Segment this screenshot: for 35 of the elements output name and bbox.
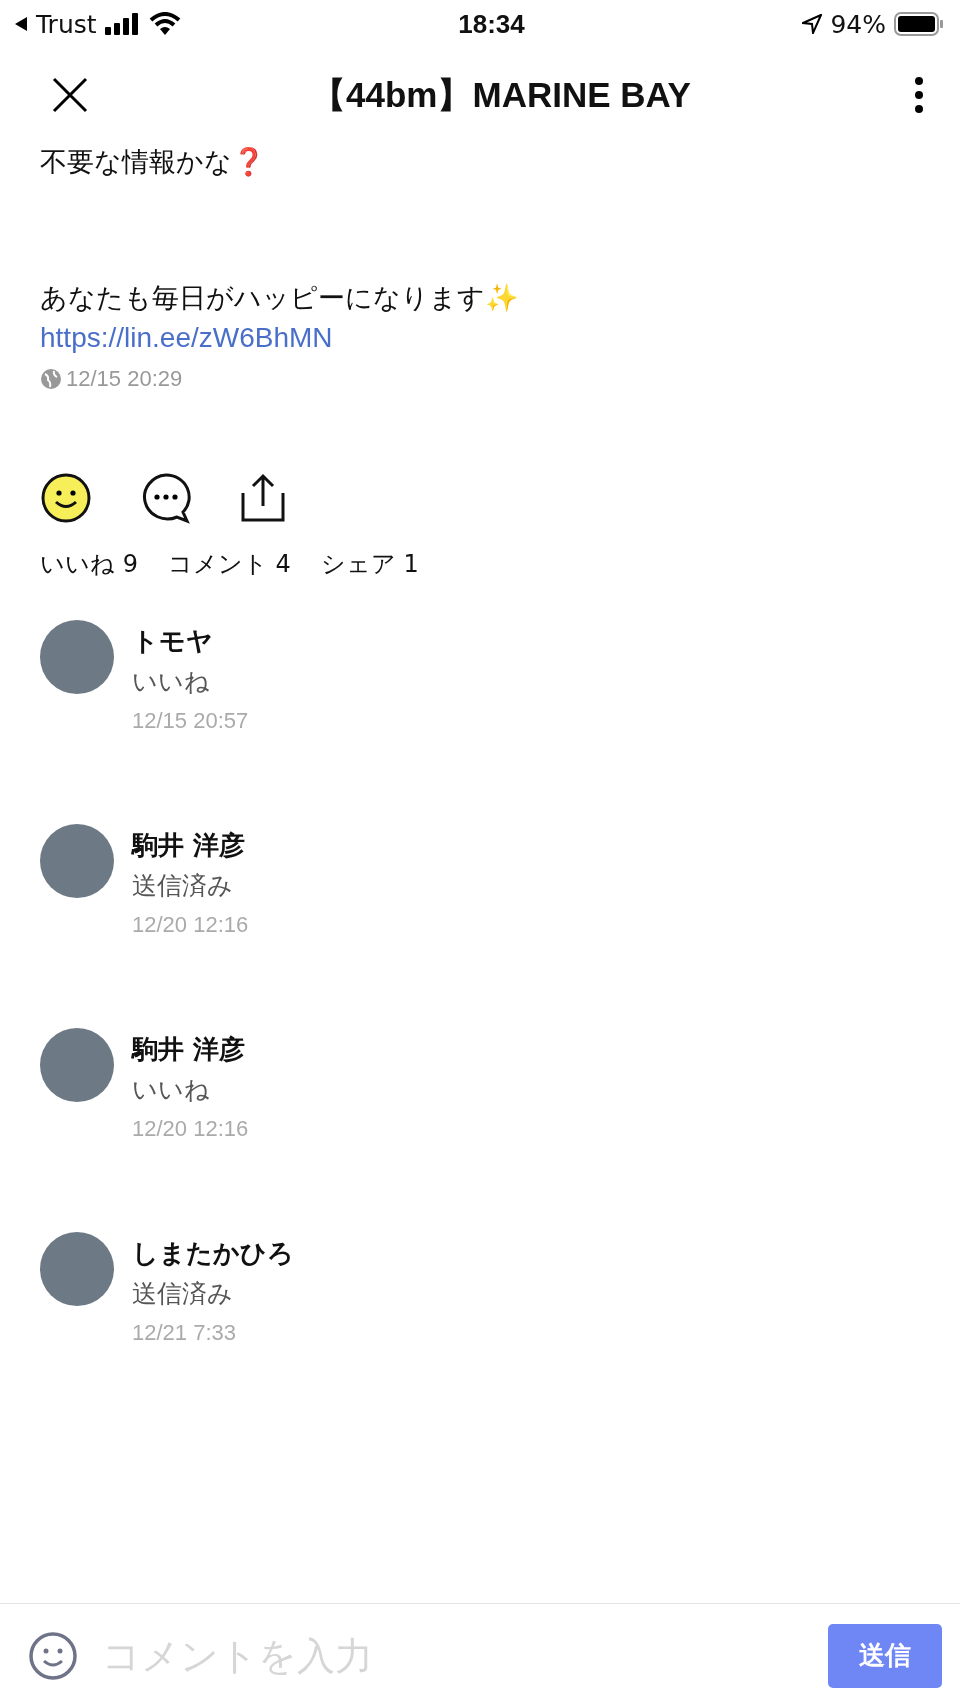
battery-percent: 94% (830, 9, 886, 39)
comment-button[interactable] (140, 472, 192, 524)
emoji-button[interactable] (28, 1630, 78, 1681)
comment-time: 12/20 12:16 (132, 912, 249, 938)
signal-icon (104, 13, 141, 35)
comment-time: 12/21 7:33 (132, 1320, 237, 1346)
comment-text: いいね (132, 666, 211, 698)
comment-time: 12/15 20:57 (132, 708, 249, 734)
commenter-name[interactable]: 駒井 洋彦 (132, 1032, 249, 1066)
reaction-count[interactable]: コメント 4 (167, 548, 291, 580)
commenter-name[interactable]: トモヤ (132, 624, 249, 658)
comment-time: 12/20 12:16 (132, 1116, 249, 1142)
close-button[interactable] (52, 77, 88, 113)
more-options-button[interactable] (914, 76, 924, 114)
back-arrow-icon[interactable] (14, 16, 28, 32)
post-text: 不要な情報かな❓ (40, 145, 267, 179)
post-link[interactable]: https://lin.ee/zW6BhMN (40, 318, 333, 358)
comment-text: 送信済み (132, 1278, 234, 1310)
share-button[interactable] (240, 473, 286, 523)
battery-icon (894, 12, 944, 36)
status-time: 18:34 (458, 8, 525, 40)
reaction-count[interactable]: シェア 1 (320, 548, 419, 580)
comment-text: いいね (132, 1074, 211, 1106)
reaction-count[interactable]: いいね 9 (40, 548, 138, 580)
page-title: 【44bm】MARINE BAY (311, 73, 691, 116)
post-text: あなたも毎日がハッピーになります✨ (40, 281, 520, 315)
like-button[interactable] (40, 472, 92, 524)
location-arrow-icon (802, 14, 823, 34)
globe-icon (40, 368, 62, 390)
post-timestamp: 12/15 20:29 (66, 366, 183, 392)
back-app-label[interactable]: Trust (36, 9, 97, 39)
wifi-icon (148, 12, 181, 36)
comment-text: 送信済み (132, 870, 234, 902)
commenter-name[interactable]: しまたかひろ (132, 1236, 294, 1270)
commenter-name[interactable]: 駒井 洋彦 (132, 828, 249, 862)
